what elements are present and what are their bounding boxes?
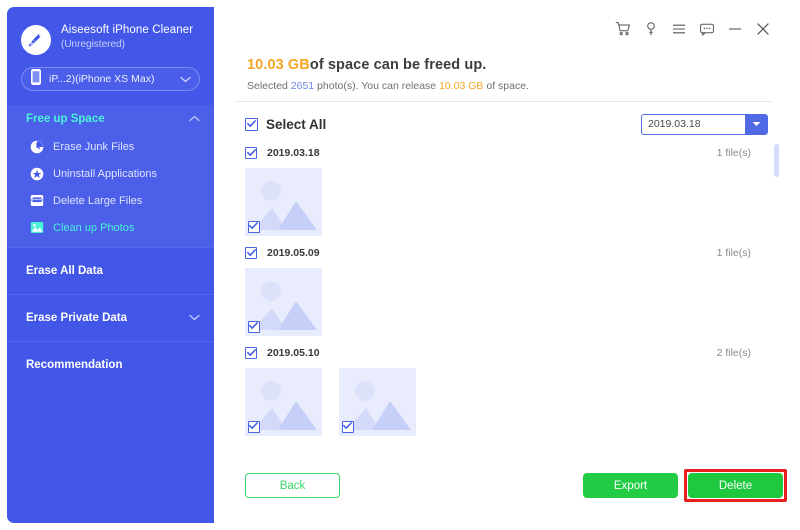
group-checkbox[interactable] <box>245 347 257 359</box>
group-file-count: 1 file(s) <box>716 147 751 159</box>
releasable-amount: 10.03 GB <box>439 80 484 92</box>
sidebar-group-erase-all-data[interactable]: Erase All Data <box>7 248 214 294</box>
list-group: 2019.05.10 2 file(s) <box>245 342 793 436</box>
feedback-icon[interactable] <box>693 15 721 43</box>
export-button[interactable]: Export <box>583 473 678 498</box>
group-checkbox[interactable] <box>245 247 257 259</box>
back-button[interactable]: Back <box>245 473 340 498</box>
close-icon[interactable] <box>749 15 777 43</box>
sidebar-item-erase-junk-files[interactable]: Erase Junk Files <box>7 133 214 160</box>
group-file-count: 1 file(s) <box>716 247 751 259</box>
sidebar-group-recommendation[interactable]: Recommendation <box>7 342 214 388</box>
sub-suffix: of space. <box>483 80 529 92</box>
date-filter-value: 2019.03.18 <box>648 118 701 130</box>
selected-count: 2651 <box>290 80 315 92</box>
thumbnail-row <box>245 268 793 336</box>
caret-down-icon[interactable] <box>745 114 767 134</box>
date-filter-dropdown[interactable]: 2019.03.18 <box>641 113 768 135</box>
photo-checkbox[interactable] <box>342 421 354 433</box>
thumbnail-row <box>245 168 793 236</box>
page-subtitle: Selected 2651 photo(s). You can release … <box>247 80 793 92</box>
photo-thumbnail[interactable] <box>245 268 322 336</box>
scrollbar-thumb[interactable] <box>774 144 779 177</box>
menu-icon[interactable] <box>665 15 693 43</box>
group-header-row: 2019.05.09 1 file(s) <box>245 242 793 264</box>
page-title: 10.03 GBof space can be freed up. <box>247 57 793 73</box>
device-selector[interactable]: iP...2)(iPhone XS Max) <box>21 67 200 91</box>
broom-icon <box>21 25 51 55</box>
main-panel: 10.03 GBof space can be freed up. Select… <box>214 7 793 523</box>
photo-checkbox[interactable] <box>248 321 260 333</box>
brand-block: Aiseesoft iPhone Cleaner (Unregistered) <box>7 7 214 55</box>
sidebar-group-label: Erase All Data <box>26 265 103 277</box>
group-checkbox[interactable] <box>245 147 257 159</box>
list-group: 2019.05.09 1 file(s) <box>245 242 793 336</box>
sidebar-group-header-free-up-space[interactable]: Free up Space <box>7 105 214 133</box>
sidebar-item-label: Erase Junk Files <box>53 140 135 153</box>
minimize-icon[interactable] <box>721 15 749 43</box>
sidebar: Aiseesoft iPhone Cleaner (Unregistered) … <box>7 7 214 523</box>
sidebar-item-label: Delete Large Files <box>53 194 143 207</box>
app-window: Aiseesoft iPhone Cleaner (Unregistered) … <box>0 0 800 530</box>
sidebar-group-free-up-space: Free up Space Erase Junk Files Uninstall… <box>7 105 214 247</box>
sidebar-group-erase-private-data[interactable]: Erase Private Data <box>7 295 214 341</box>
file-list-icon <box>29 193 44 208</box>
key-icon[interactable] <box>637 15 665 43</box>
list-scrollbar[interactable] <box>774 144 779 447</box>
select-all-label: Select All <box>266 116 327 132</box>
photo-thumbnail[interactable] <box>245 168 322 236</box>
group-date: 2019.05.10 <box>267 347 320 359</box>
group-header-row: 2019.03.18 1 file(s) <box>245 142 793 164</box>
group-date: 2019.05.09 <box>267 247 320 259</box>
group-date: 2019.03.18 <box>267 147 320 159</box>
group-header-row: 2019.05.10 2 file(s) <box>245 342 793 364</box>
chevron-down-icon <box>189 312 200 324</box>
freeable-amount: 10.03 GB <box>247 57 310 73</box>
sidebar-item-label: Uninstall Applications <box>53 167 157 180</box>
group-file-count: 2 file(s) <box>716 347 751 359</box>
photo-checkbox[interactable] <box>248 421 260 433</box>
photo-icon <box>29 220 44 235</box>
photo-thumbnail[interactable] <box>339 368 416 436</box>
photo-thumbnail[interactable] <box>245 368 322 436</box>
sidebar-item-clean-up-photos[interactable]: Clean up Photos <box>7 214 214 241</box>
sub-mid: photo(s). You can release <box>314 80 440 92</box>
photo-list[interactable]: 2019.03.18 1 file(s) 2019.05.09 1 file(s… <box>214 142 793 449</box>
clock-icon <box>29 139 44 154</box>
header-divider <box>234 101 773 102</box>
brand-status: (Unregistered) <box>61 38 125 50</box>
titlebar <box>214 7 793 51</box>
device-name: iP...2)(iPhone XS Max) <box>49 73 155 85</box>
sidebar-group-label: Erase Private Data <box>26 312 128 324</box>
chevron-up-icon <box>189 113 200 125</box>
app-rocket-icon <box>29 166 44 181</box>
delete-button-highlight: Delete <box>684 469 787 502</box>
sidebar-nav: Free up Space Erase Junk Files Uninstall… <box>7 105 214 388</box>
thumbnail-row <box>245 368 793 436</box>
sidebar-item-uninstall-applications[interactable]: Uninstall Applications <box>7 160 214 187</box>
sub-prefix: Selected <box>247 80 291 92</box>
sidebar-item-label: Clean up Photos <box>53 221 135 234</box>
sidebar-item-delete-large-files[interactable]: Delete Large Files <box>7 187 214 214</box>
photo-checkbox[interactable] <box>248 221 260 233</box>
footer-actions: Back Export Delete <box>214 463 793 523</box>
list-group: 2019.03.18 1 file(s) <box>245 142 793 236</box>
cart-icon[interactable] <box>609 15 637 43</box>
sidebar-group-label: Free up Space <box>26 113 105 125</box>
select-all-checkbox[interactable] <box>245 117 258 131</box>
sidebar-group-label: Recommendation <box>26 359 123 371</box>
delete-button[interactable]: Delete <box>688 473 783 498</box>
phone-icon <box>31 68 41 90</box>
headline-rest: of space can be freed up. <box>309 57 487 73</box>
select-all-row: Select All 2019.03.18 <box>214 111 793 137</box>
chevron-down-icon <box>180 70 191 88</box>
brand-name: Aiseesoft iPhone Cleaner <box>61 24 194 36</box>
